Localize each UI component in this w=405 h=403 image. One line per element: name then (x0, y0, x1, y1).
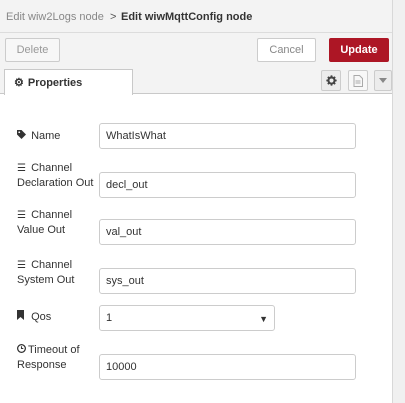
clock-icon (16, 343, 28, 358)
sys-out-input[interactable]: sys_out (99, 268, 356, 294)
qos-label: Qos (17, 310, 97, 325)
list-icon: ☰ (17, 210, 26, 221)
decl-out-label-line2: Declaration Out (17, 177, 94, 189)
settings-tab-button[interactable] (321, 70, 341, 91)
properties-form: Name WhatIsWhat ☰ Channel Declaration Ou… (0, 94, 392, 403)
dialog-toolbar: Delete Cancel Update (0, 33, 392, 67)
name-input[interactable]: WhatIsWhat (99, 123, 356, 149)
name-label: Name (17, 129, 97, 144)
caret-down-icon: ▼ (259, 314, 268, 324)
tag-icon (17, 129, 28, 144)
sys-out-label-line2: System Out (17, 274, 75, 286)
caret-down-icon (379, 78, 387, 83)
timeout-label: Timeout of Response (16, 343, 97, 373)
description-tab-button[interactable] (348, 70, 368, 91)
bookmark-icon (17, 310, 28, 325)
file-text-icon (353, 74, 363, 87)
list-icon: ☰ (17, 163, 26, 174)
breadcrumb-current-node: Edit wiwMqttConfig node (121, 11, 253, 23)
breadcrumb-separator: > (110, 11, 117, 23)
qos-selected-value: 1 (106, 312, 113, 324)
decl-out-label-line1: Channel (31, 162, 73, 174)
workspace-edge (392, 0, 405, 403)
qos-label-text: Qos (31, 311, 52, 323)
sys-out-label: ☰ Channel System Out (17, 258, 97, 288)
val-out-label: ☰ Channel Value Out (17, 208, 97, 238)
breadcrumb-previous-node[interactable]: Edit wiw2Logs node (6, 11, 104, 23)
val-out-label-line1: Channel (31, 209, 73, 221)
timeout-label-line1: Timeout of (28, 344, 80, 356)
val-out-label-line2: Value Out (17, 224, 66, 236)
name-label-text: Name (31, 130, 61, 142)
sys-out-label-line1: Channel (31, 259, 73, 271)
qos-select[interactable]: 1 ▼ (99, 305, 275, 331)
tab-bar: ⚙ Properties (0, 67, 392, 95)
gear-icon: ⚙ (14, 77, 24, 89)
decl-out-input[interactable]: decl_out (99, 172, 356, 198)
list-icon: ☰ (17, 260, 26, 271)
tab-properties-label: Properties (27, 76, 83, 89)
tab-properties[interactable]: ⚙ Properties (4, 69, 133, 95)
cancel-button[interactable]: Cancel (257, 38, 316, 62)
decl-out-label: ☰ Channel Declaration Out (17, 161, 97, 191)
timeout-input[interactable]: 10000 (99, 354, 356, 380)
update-button[interactable]: Update (329, 38, 389, 62)
dialog-titlebar: Edit wiw2Logs node > Edit wiwMqttConfig … (0, 0, 405, 33)
more-tabs-button[interactable] (374, 70, 392, 91)
delete-button[interactable]: Delete (5, 38, 60, 62)
val-out-input[interactable]: val_out (99, 219, 356, 245)
timeout-label-line2: Response (17, 359, 67, 371)
gear-icon (325, 75, 337, 86)
